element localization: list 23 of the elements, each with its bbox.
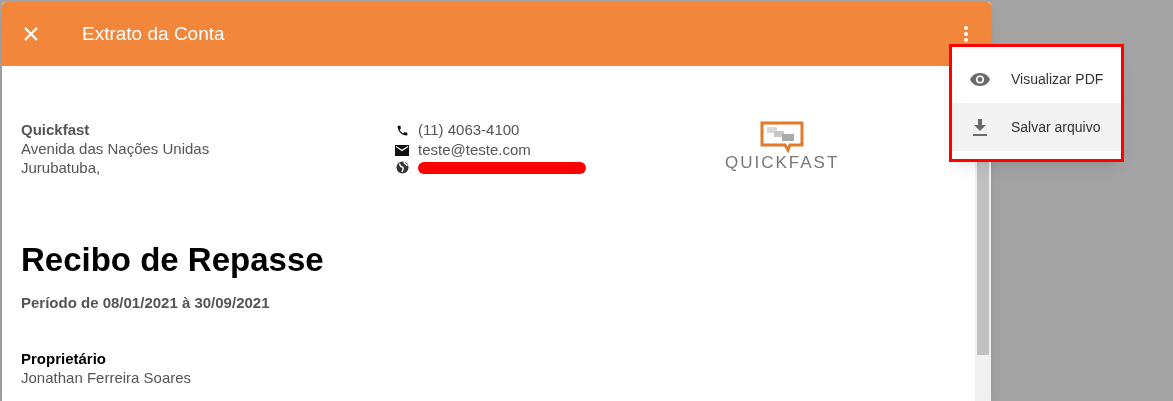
document-title: Recibo de Repasse <box>21 240 325 280</box>
dialog-title: Extrato da Conta <box>82 21 225 46</box>
logo-text: QUICKFAST <box>725 153 840 173</box>
contact-text: (11) 4063-4100 <box>418 120 520 140</box>
period-text: Período de 08/01/2021 à 30/09/2021 <box>21 293 271 313</box>
phone-icon <box>395 123 409 137</box>
owner-name: Jonathan Ferreira Soares <box>21 367 193 387</box>
address-line: Avenida das Nações Unidas <box>21 139 211 158</box>
address-line: Jurubatuba, <box>21 158 102 177</box>
close-button[interactable] <box>22 25 40 43</box>
eye-icon <box>969 71 991 87</box>
more-vertical-icon <box>963 26 969 42</box>
contact-text: teste@teste.com <box>418 140 531 160</box>
company-name: Quickfast <box>21 120 91 139</box>
owner-label: Proprietário <box>21 348 108 368</box>
globe-icon <box>395 160 409 174</box>
menu-item[interactable]: Visualizar PDF <box>952 55 1121 103</box>
logo-icon <box>760 121 805 153</box>
close-icon <box>23 26 39 42</box>
menu-item[interactable]: Salvar arquivo <box>952 103 1121 151</box>
mail-icon <box>395 144 409 156</box>
more-options-button[interactable] <box>962 25 970 43</box>
download-icon <box>973 118 987 136</box>
